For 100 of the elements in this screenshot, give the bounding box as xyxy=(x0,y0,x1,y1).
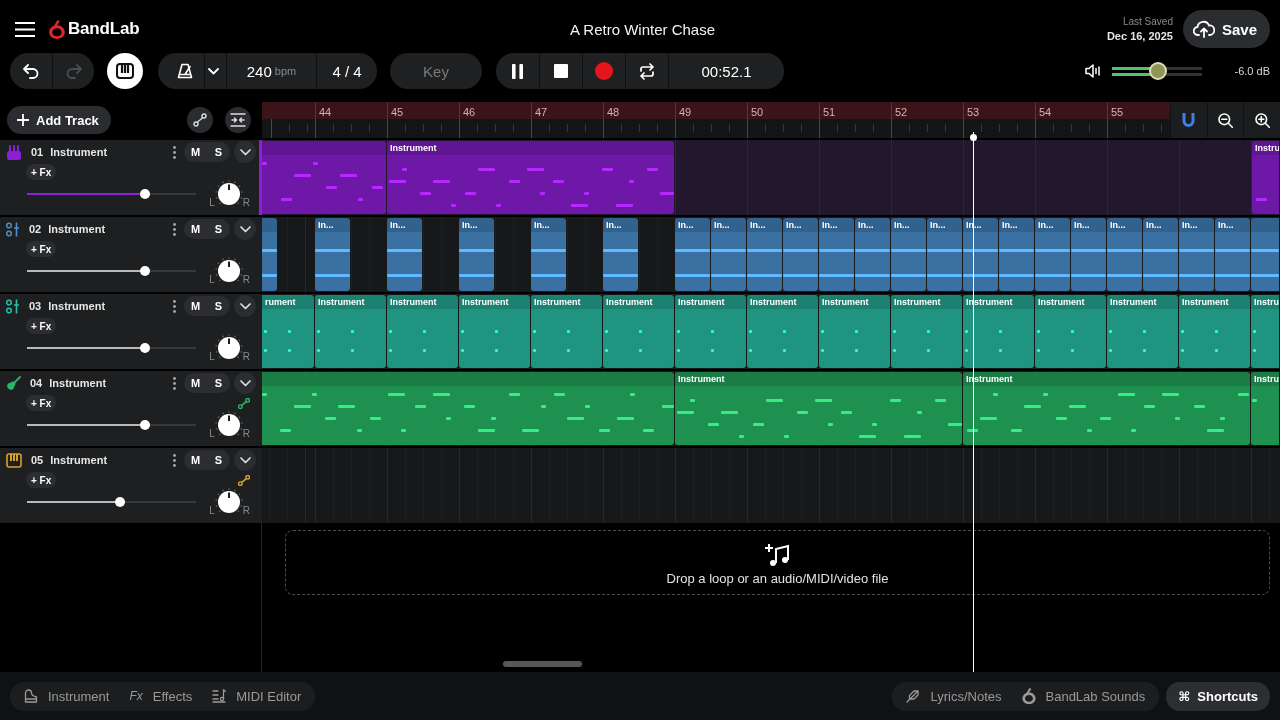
midi-clip[interactable]: In... xyxy=(1179,218,1214,291)
pan-knob[interactable] xyxy=(214,180,243,208)
midi-clip[interactable]: Instru xyxy=(1251,295,1279,368)
scrollbar-thumb[interactable] xyxy=(503,661,582,667)
slider-thumb[interactable] xyxy=(114,497,125,507)
track-name[interactable]: Instrument xyxy=(50,146,108,158)
shortcuts-button[interactable]: ⌘ Shortcuts xyxy=(1166,681,1270,711)
keyboard-button[interactable] xyxy=(107,53,143,89)
midi-clip[interactable]: Instrument xyxy=(1035,295,1106,368)
midi-clip[interactable]: In... xyxy=(711,218,746,291)
solo-button[interactable]: S xyxy=(207,450,230,470)
track-header[interactable]: 04 Instrument M S + Fx L R xyxy=(0,371,262,446)
midi-clip[interactable] xyxy=(262,141,386,214)
save-button[interactable]: Save xyxy=(1182,10,1270,48)
volume-thumb[interactable] xyxy=(1149,62,1168,80)
more-icon[interactable] xyxy=(173,222,176,236)
menu-icon[interactable] xyxy=(15,21,35,37)
track-header[interactable]: 01 Instrument M S + Fx L R xyxy=(0,140,262,215)
midi-clip[interactable]: In... xyxy=(1215,218,1250,291)
midi-clip[interactable]: In... xyxy=(999,218,1034,291)
automation-button[interactable] xyxy=(187,107,213,133)
pan-knob[interactable] xyxy=(214,257,243,285)
midi-clip[interactable]: Instrument xyxy=(387,295,458,368)
expand-button[interactable] xyxy=(234,218,256,240)
expand-button[interactable] xyxy=(234,372,256,394)
speaker-icon[interactable] xyxy=(1084,64,1101,78)
add-track-button[interactable]: Add Track xyxy=(7,106,111,134)
track-name[interactable]: Instrument xyxy=(48,300,106,312)
midi-clip[interactable] xyxy=(1251,218,1279,291)
fx-button[interactable]: + Fx xyxy=(26,241,57,257)
midi-clip[interactable]: In... xyxy=(1035,218,1070,291)
midi-clip[interactable]: In... xyxy=(459,218,494,291)
fx-button[interactable]: + Fx xyxy=(26,472,57,488)
track-header[interactable]: 02 Instrument M S + Fx L R xyxy=(0,217,262,292)
midi-clip[interactable]: In... xyxy=(315,218,350,291)
pan-knob[interactable] xyxy=(214,411,243,439)
midi-clip[interactable]: Instrument xyxy=(459,295,530,368)
solo-button[interactable]: S xyxy=(207,373,230,393)
expand-button[interactable] xyxy=(234,449,256,471)
more-icon[interactable] xyxy=(173,145,176,159)
midi-clip[interactable]: Instru xyxy=(1251,372,1279,445)
lyrics-notes-button[interactable]: Lyrics/Notes xyxy=(896,681,1012,711)
midi-clip[interactable]: rument xyxy=(262,295,314,368)
midi-clip[interactable]: Instrument xyxy=(675,295,746,368)
mute-button[interactable]: M xyxy=(184,219,207,239)
time-signature-button[interactable]: 4 / 4 xyxy=(316,53,377,89)
sounds-button[interactable]: BandLab Sounds xyxy=(1011,681,1156,711)
midi-clip[interactable]: In... xyxy=(819,218,854,291)
more-icon[interactable] xyxy=(173,453,176,467)
mute-button[interactable]: M xyxy=(184,142,207,162)
pan-knob[interactable] xyxy=(214,488,243,516)
midi-clip[interactable]: Instrument xyxy=(1107,295,1178,368)
track-name[interactable]: Instrument xyxy=(49,377,107,389)
midi-clip[interactable]: In... xyxy=(1071,218,1106,291)
midi-clip[interactable]: In... xyxy=(531,218,566,291)
pan-knob[interactable] xyxy=(214,334,243,362)
slider-thumb[interactable] xyxy=(140,266,151,276)
fx-button[interactable]: + Fx xyxy=(26,318,57,334)
track-header[interactable]: 05 Instrument M S + Fx L R xyxy=(0,448,262,523)
mute-button[interactable]: M xyxy=(184,373,207,393)
mute-button[interactable]: M xyxy=(184,296,207,316)
midi-editor-button[interactable]: MIDI Editor xyxy=(202,681,312,711)
solo-button[interactable]: S xyxy=(207,296,230,316)
midi-clip[interactable]: Instrument xyxy=(1179,295,1250,368)
midi-clip[interactable]: In... xyxy=(783,218,818,291)
track-header[interactable]: 03 Instrument M S + Fx L R xyxy=(0,294,262,369)
midi-clip[interactable]: Instrument xyxy=(891,295,962,368)
midi-clip[interactable]: In... xyxy=(675,218,710,291)
collapse-tracks-button[interactable] xyxy=(225,107,251,133)
fx-button[interactable]: + Fx xyxy=(26,395,57,411)
midi-clip[interactable]: Instrument xyxy=(747,295,818,368)
midi-clip[interactable]: Instrument xyxy=(531,295,602,368)
track-name[interactable]: Instrument xyxy=(48,223,106,235)
midi-clip[interactable]: In... xyxy=(747,218,782,291)
more-icon[interactable] xyxy=(173,376,176,390)
solo-button[interactable]: S xyxy=(207,219,230,239)
slider-thumb[interactable] xyxy=(140,189,151,199)
midi-clip[interactable] xyxy=(262,372,674,445)
expand-button[interactable] xyxy=(234,141,256,163)
slider-thumb[interactable] xyxy=(140,420,151,430)
midi-clip[interactable]: In... xyxy=(927,218,962,291)
track-name[interactable]: Instrument xyxy=(50,454,108,466)
midi-clip[interactable]: In... xyxy=(855,218,890,291)
midi-clip[interactable]: In... xyxy=(1107,218,1142,291)
midi-clip[interactable]: Instrument xyxy=(315,295,386,368)
midi-clip[interactable]: Instrument xyxy=(387,141,674,214)
slider-thumb[interactable] xyxy=(140,343,151,353)
key-button[interactable]: Key xyxy=(390,53,482,89)
midi-clip[interactable]: Instru xyxy=(1252,141,1279,214)
more-icon[interactable] xyxy=(173,299,176,313)
midi-clip[interactable]: In... xyxy=(387,218,422,291)
tempo-button[interactable]: 240 bpm xyxy=(226,53,316,89)
expand-button[interactable] xyxy=(234,295,256,317)
midi-clip[interactable]: Instrument xyxy=(675,372,962,445)
midi-clip[interactable]: In... xyxy=(1143,218,1178,291)
midi-clip[interactable]: In... xyxy=(603,218,638,291)
fx-button[interactable]: + Fx xyxy=(26,164,57,180)
midi-clip[interactable]: Instrument xyxy=(819,295,890,368)
instrument-button[interactable]: Instrument xyxy=(14,681,120,711)
solo-button[interactable]: S xyxy=(207,142,230,162)
